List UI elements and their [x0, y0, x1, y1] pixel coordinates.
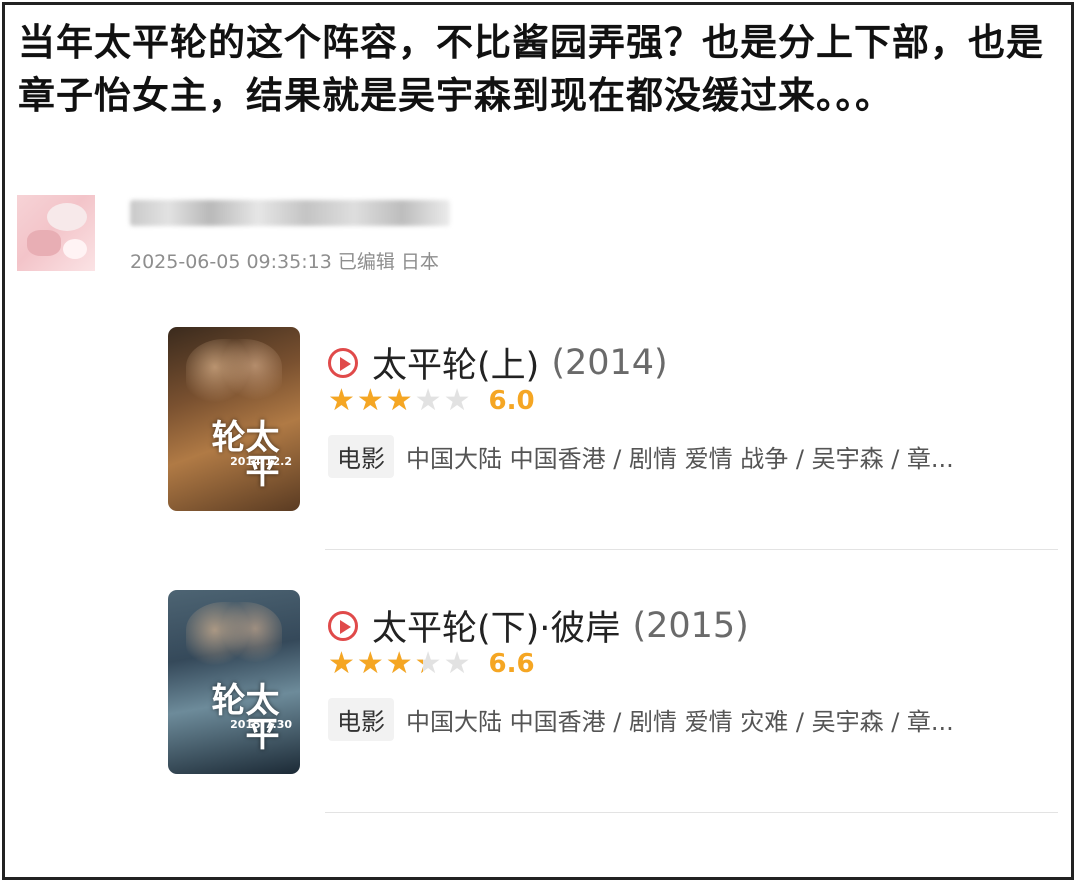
divider: [325, 812, 1058, 813]
post-meta: 2025-06-05 09:35:13 已编辑 日本: [130, 251, 439, 273]
movie-score: 6.6: [488, 649, 535, 679]
movie-desc: 中国大陆 中国香港 / 剧情 爱情 灾难 / 吴宇森 / 章...: [406, 708, 954, 736]
poster-date: 2014.12.2: [230, 455, 292, 468]
post-text: 当年太平轮的这个阵容，不比酱园弄强？也是分上下部，也是章子怡女主，结果就是吴宇森…: [18, 21, 1044, 117]
movie-desc: 中国大陆 中国香港 / 剧情 爱情 战争 / 吴宇森 / 章...: [406, 445, 954, 473]
avatar[interactable]: [17, 195, 95, 271]
star-rating: ★★★★★ ★★★★★: [328, 646, 473, 681]
movie-title[interactable]: 太平轮(下)·彼岸: [372, 600, 620, 651]
type-tag: 电影: [328, 698, 394, 741]
movie-score: 6.0: [488, 386, 535, 416]
divider: [325, 549, 1058, 550]
username-blurred[interactable]: [130, 200, 450, 226]
poster-date: 2015.7.30: [230, 718, 292, 731]
movie-poster[interactable]: 太平轮 2015.7.30: [168, 590, 300, 774]
movie-card[interactable]: 太平轮 2014.12.2 太平轮(上) (2014) ★★★★★ ★★★★★ …: [168, 327, 1058, 517]
movie-title[interactable]: 太平轮(上): [372, 337, 539, 388]
movie-poster[interactable]: 太平轮 2014.12.2: [168, 327, 300, 511]
play-icon[interactable]: [328, 347, 358, 378]
movie-card[interactable]: 太平轮 2015.7.30 太平轮(下)·彼岸 (2015) ★★★★★ ★★★…: [168, 590, 1058, 780]
play-icon[interactable]: [328, 610, 358, 641]
movie-year: (2015): [632, 605, 749, 646]
movie-year: (2014): [551, 342, 668, 383]
star-rating: ★★★★★ ★★★★★: [328, 383, 473, 418]
type-tag: 电影: [328, 435, 394, 478]
